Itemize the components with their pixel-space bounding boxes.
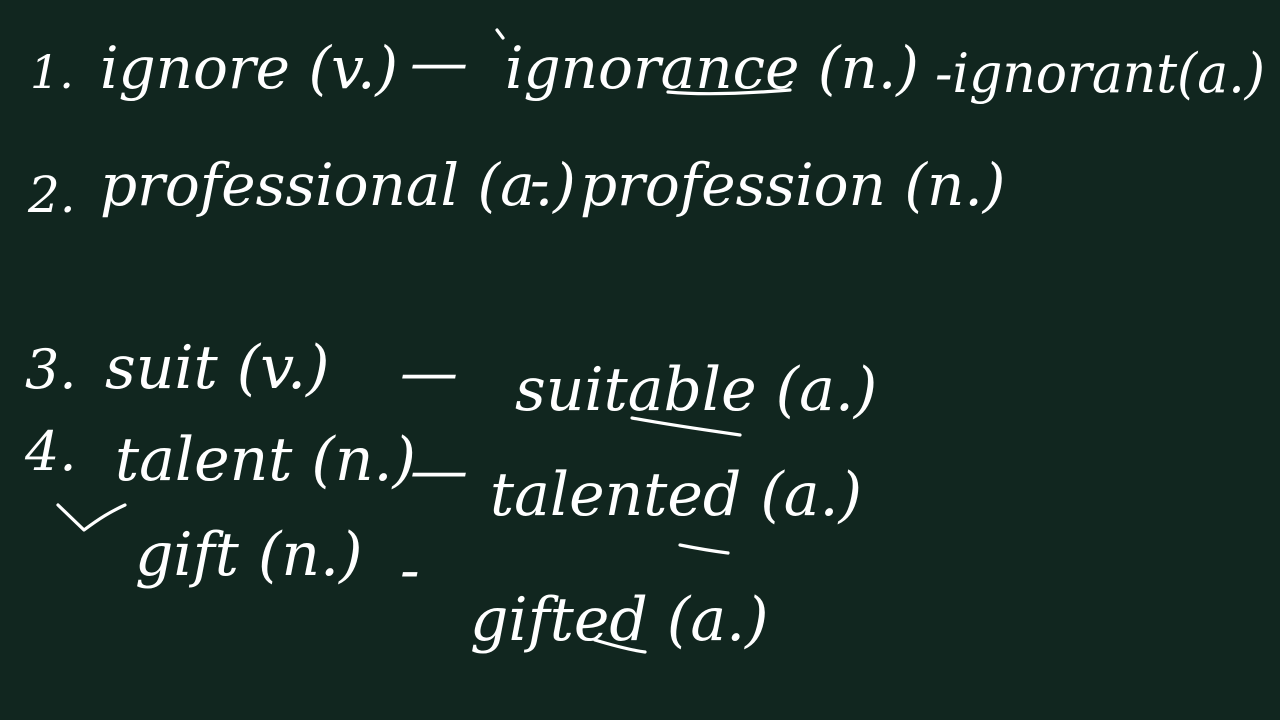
checkmark-icon: [56, 503, 127, 532]
word-gifted: gifted (a.): [470, 585, 769, 655]
line-number: 2.: [27, 166, 76, 224]
word-suit: suit (v.): [105, 333, 329, 403]
word-gift: gift (n.): [135, 520, 363, 590]
handwriting-canvas: 1. ignore (v.) — ignorance (n.) -ignoran…: [24, 28, 1265, 655]
word-line-2: 2. professional (a.) - profession (n.): [27, 146, 1005, 224]
word-profession: profession (n.): [580, 151, 1005, 219]
word-suitable: suitable (a.): [515, 355, 877, 425]
underline-ed: [678, 543, 730, 555]
word-talented: talented (a.): [490, 460, 862, 530]
word-ignorance: ignorance (n.): [505, 34, 919, 102]
chalkboard: 1. ignore (v.) — ignorance (n.) -ignoran…: [0, 0, 1280, 720]
line-number: 3.: [25, 338, 77, 401]
dash: —: [400, 338, 458, 406]
word-line-3: 3. suit (v.) — suitable (a.): [25, 333, 877, 437]
dash: —: [410, 28, 468, 96]
line-number: 4.: [24, 420, 77, 483]
dash: —: [410, 436, 468, 504]
dash: -: [530, 146, 550, 214]
word-professional: professional (a.): [100, 151, 576, 219]
stress-mark: [495, 28, 505, 40]
dash: -: [400, 536, 420, 604]
word-talent: talent (n.): [115, 425, 416, 495]
line-number: 1.: [30, 45, 74, 99]
word-ignorant: -ignorant(a.): [935, 42, 1265, 105]
word-ignore: ignore (v.): [100, 34, 398, 102]
word-line-1: 1. ignore (v.) — ignorance (n.) -ignoran…: [30, 28, 1265, 105]
